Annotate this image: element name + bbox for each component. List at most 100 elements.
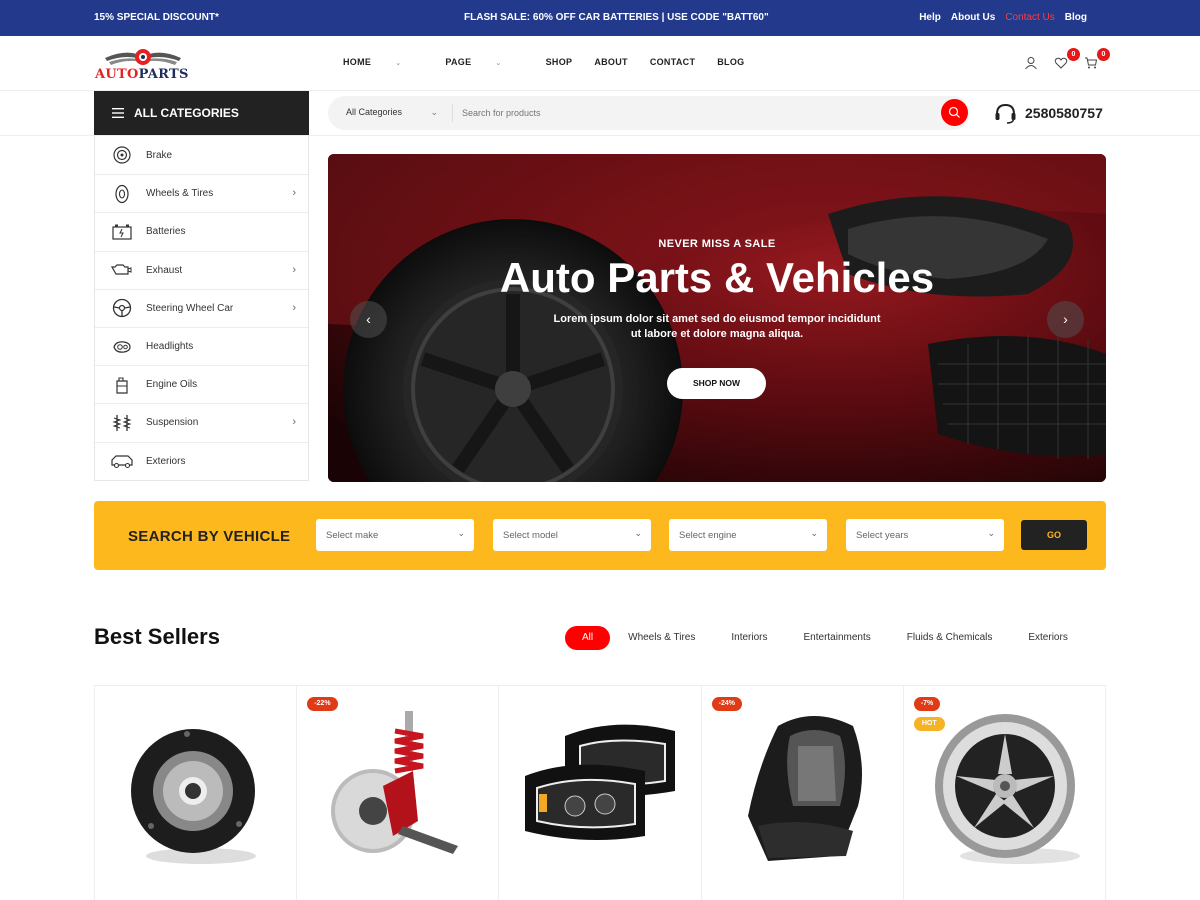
car-exterior-icon — [110, 451, 134, 471]
steering-wheel-icon — [110, 298, 134, 318]
search-input[interactable] — [462, 104, 932, 122]
headset-icon — [995, 103, 1016, 124]
hero-banner: NEVER MISS A SALE Auto Parts & Vehicles … — [328, 154, 1106, 482]
chevron-down-icon: ⌄ — [810, 528, 818, 538]
cart-count-badge: 0 — [1097, 48, 1110, 61]
chevron-right-icon: › — [1063, 311, 1068, 327]
vehicle-search: SEARCH BY VEHICLE Select make ⌄ Select mo… — [94, 501, 1106, 570]
exhaust-icon — [110, 260, 134, 280]
category-item-wheels-tires[interactable]: Wheels & Tires › — [95, 174, 308, 212]
battery-icon — [110, 222, 134, 242]
about-us-link[interactable]: About Us — [951, 12, 995, 23]
main-nav: HOME ⌄ PAGE ⌄ SHOP ABOUT CONTACT BLOG — [343, 57, 766, 67]
chevron-down-icon: ⌄ — [987, 528, 995, 538]
cart-icon — [1085, 57, 1098, 69]
divider — [452, 104, 453, 122]
product-card[interactable]: -24% — [702, 686, 904, 900]
suspension-image — [331, 711, 459, 854]
category-item-batteries[interactable]: Batteries — [95, 212, 308, 250]
category-item-engine-oils[interactable]: Engine Oils — [95, 365, 308, 403]
shop-now-button[interactable]: SHOP NOW — [667, 368, 766, 399]
hero-title: Auto Parts & Vehicles — [499, 254, 935, 301]
site-logo[interactable]: AUTOPARTS — [95, 46, 190, 86]
wishlist-button[interactable]: 0 — [1054, 48, 1080, 72]
best-sellers-title: Best Sellers — [94, 624, 220, 649]
category-item-headlights[interactable]: Headlights — [95, 326, 308, 365]
category-item-exteriors[interactable]: Exteriors — [95, 441, 308, 480]
category-item-exhaust[interactable]: Exhaust › — [95, 250, 308, 289]
tab-wheels-tires[interactable]: Wheels & Tires — [610, 626, 713, 650]
headlight-icon — [110, 337, 134, 357]
search-bar: All Categories ⌄ — [328, 96, 970, 130]
vehicle-search-title: SEARCH BY VEHICLE — [128, 528, 291, 545]
nav-contact[interactable]: CONTACT — [650, 57, 695, 67]
category-item-steering-wheel[interactable]: Steering Wheel Car › — [95, 288, 308, 327]
car-seat-image — [747, 716, 862, 861]
tab-entertainments[interactable]: Entertainments — [786, 626, 889, 650]
product-card[interactable]: -22% — [297, 686, 500, 900]
heart-icon — [1054, 57, 1068, 69]
chevron-down-icon: ⌄ — [634, 528, 642, 538]
hero-prev-button[interactable]: ‹ — [350, 301, 387, 338]
top-links: Help About Us Contact Us Blog — [919, 12, 1087, 23]
select-engine[interactable]: Select engine ⌄ — [669, 519, 827, 551]
site-header: AUTOPARTS HOME ⌄ PAGE ⌄ SHOP ABOUT CONTACT… — [0, 36, 1200, 91]
logo-text: AUTOPARTS — [95, 67, 189, 82]
contact-us-link[interactable]: Contact Us — [1005, 12, 1054, 23]
phone-contact[interactable]: 2580580757 — [994, 102, 1103, 124]
top-bar: 15% SPECIAL DISCOUNT* FLASH SALE: 60% OF… — [0, 0, 1200, 36]
chevron-right-icon: › — [292, 301, 296, 314]
brake-icon — [110, 145, 134, 165]
product-card[interactable] — [499, 686, 702, 900]
wishlist-count-badge: 0 — [1067, 48, 1080, 61]
user-icon[interactable] — [1024, 56, 1040, 72]
hero-next-button[interactable]: › — [1047, 301, 1084, 338]
select-make[interactable]: Select make ⌄ — [316, 519, 474, 551]
phone-number: 2580580757 — [1025, 105, 1103, 121]
go-button[interactable]: GO — [1021, 520, 1087, 550]
product-card[interactable]: -7% HOT — [904, 686, 1107, 900]
nav-page[interactable]: PAGE ⌄ — [445, 57, 523, 67]
category-list: Brake Wheels & Tires › Batteries Exhaust… — [94, 136, 309, 481]
tire-icon — [110, 184, 134, 204]
product-grid: -22% -24% -7% HOT — [94, 685, 1107, 900]
chevron-down-icon: ⌄ — [395, 60, 402, 67]
best-sellers-tabs: All Wheels & Tires Interiors Entertainme… — [565, 626, 1086, 650]
brake-clutch-image — [131, 729, 256, 864]
oil-icon — [110, 375, 134, 395]
promo-text: 15% SPECIAL DISCOUNT* — [94, 12, 219, 23]
nav-blog[interactable]: BLOG — [717, 57, 744, 67]
product-card[interactable] — [95, 686, 298, 900]
chevron-down-icon: ⌄ — [430, 107, 438, 117]
select-model[interactable]: Select model ⌄ — [493, 519, 651, 551]
tab-exteriors[interactable]: Exteriors — [1010, 626, 1085, 650]
chevron-right-icon: › — [292, 416, 296, 429]
chevron-down-icon: ⌄ — [457, 528, 465, 538]
suspension-icon — [110, 413, 134, 433]
tab-all[interactable]: All — [565, 626, 611, 650]
nav-home[interactable]: HOME ⌄ — [343, 57, 423, 67]
search-category-select[interactable]: All Categories ⌄ — [346, 107, 438, 118]
category-item-suspension[interactable]: Suspension › — [95, 403, 308, 441]
blog-link[interactable]: Blog — [1065, 12, 1087, 23]
category-item-brake[interactable]: Brake — [95, 136, 308, 174]
nav-about[interactable]: ABOUT — [594, 57, 628, 67]
nav-shop[interactable]: SHOP — [546, 57, 573, 67]
tab-interiors[interactable]: Interiors — [713, 626, 785, 650]
header-icons: 0 0 — [1024, 48, 1110, 72]
wheel-rim-image — [934, 714, 1080, 864]
chevron-right-icon: › — [292, 263, 296, 276]
cart-button[interactable]: 0 — [1084, 48, 1110, 72]
logo-wings-icon — [105, 49, 181, 65]
help-link[interactable]: Help — [919, 12, 941, 23]
search-icon — [948, 106, 960, 118]
select-years[interactable]: Select years ⌄ — [846, 519, 1004, 551]
all-categories-button[interactable]: ALL CATEGORIES — [94, 91, 309, 135]
hero-subtitle: NEVER MISS A SALE — [658, 238, 776, 250]
menu-icon — [112, 108, 124, 118]
search-button[interactable] — [941, 99, 968, 126]
chevron-down-icon: ⌄ — [495, 60, 502, 67]
tab-fluids-chemicals[interactable]: Fluids & Chemicals — [889, 626, 1011, 650]
flash-sale-text: FLASH SALE: 60% OFF CAR BATTERIES | USE … — [464, 12, 769, 23]
chevron-left-icon: ‹ — [366, 311, 371, 327]
